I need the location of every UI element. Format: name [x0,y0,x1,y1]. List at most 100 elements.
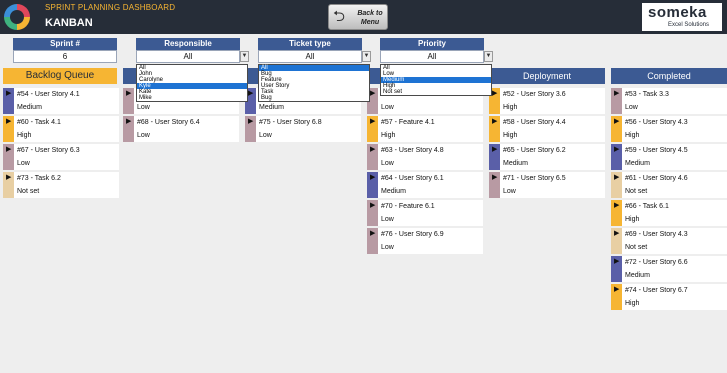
card-title: #63 - User Story 4.8 [381,147,444,154]
priority-color-bar: ▶ [489,144,500,170]
kanban-card[interactable]: ▶ #68 - User Story 6.4 Low [123,116,239,142]
card-title: #54 - User Story 4.1 [17,91,80,98]
back-to-menu-button[interactable]: ⮌ Back to Menu [328,4,388,30]
card-priority: Medium [503,160,528,167]
kanban-card[interactable]: ▶ #59 - User Story 4.5 Medium [611,144,727,170]
back-label-line1: Back to [357,10,383,17]
ticket-type-dropdown-list: All Bug Feature User Story Task Bug [258,64,370,102]
card-title: #53 - Task 3.3 [625,91,669,98]
play-arrow-icon: ▶ [370,174,376,181]
priority-color-bar: ▶ [611,88,622,114]
card-title: #56 - User Story 4.3 [625,119,688,126]
priority-color-bar: ▶ [367,228,378,254]
priority-select[interactable]: All [380,50,484,63]
play-arrow-icon: ▶ [126,118,132,125]
kanban-card[interactable]: ▶ #56 - User Story 4.3 High [611,116,727,142]
column-header-backlog: Backlog Queue [3,68,117,84]
card-priority: Low [381,244,394,251]
ticket-type-filter-label: Ticket type [258,38,362,50]
play-arrow-icon: ▶ [492,174,498,181]
kanban-card[interactable]: ▶ #54 - User Story 4.1 Medium [3,88,119,114]
kanban-card[interactable]: ▶ #66 - Task 6.1 High [611,200,727,226]
play-arrow-icon: ▶ [6,90,12,97]
kanban-card[interactable]: ▶ #67 - User Story 6.3 Low [3,144,119,170]
title-bar: SPRINT PLANNING DASHBOARD KANBAN ⮌ Back … [0,0,727,34]
card-priority: Low [17,160,30,167]
play-arrow-icon: ▶ [370,202,376,209]
kanban-card[interactable]: ▶ #76 - User Story 6.9 Low [367,228,483,254]
card-priority: High [625,300,640,307]
sprint-input[interactable]: 6 [13,50,117,63]
card-title: #68 - User Story 6.4 [137,119,200,126]
dropdown-option[interactable]: Mike [137,95,247,101]
card-priority: High [625,132,640,139]
kanban-card[interactable]: ▶ #75 - User Story 6.8 Low [245,116,361,142]
play-arrow-icon: ▶ [492,146,498,153]
priority-color-bar: ▶ [611,172,622,198]
play-arrow-icon: ▶ [614,286,620,293]
priority-color-bar: ▶ [3,88,14,114]
kanban-card[interactable]: ▶ #73 - Task 6.2 Not set [3,172,119,198]
card-priority: Low [259,132,272,139]
card-priority: Not set [17,188,40,195]
ticket-type-select[interactable]: All [258,50,362,63]
card-title: #57 - Feature 4.1 [381,119,435,126]
dropdown-option[interactable]: Bug [259,95,369,101]
priority-color-bar: ▶ [611,200,622,226]
play-arrow-icon: ▶ [248,118,254,125]
kanban-card[interactable]: ▶ #52 - User Story 3.6 High [489,88,605,114]
card-title: #73 - Task 6.2 [17,175,61,182]
priority-filter-label: Priority [380,38,484,50]
play-arrow-icon: ▶ [6,146,12,153]
responsible-select[interactable]: All [136,50,240,63]
card-priority: Low [625,104,638,111]
priority-dropdown-icon[interactable]: ▼ [484,51,493,62]
kanban-card[interactable]: ▶ #71 - User Story 6.5 Low [489,172,605,198]
play-arrow-icon: ▶ [614,118,620,125]
responsible-filter-label: Responsible [136,38,240,50]
dropdown-option[interactable]: Not set [381,89,491,95]
ticket-type-filter: Ticket type All [258,38,362,64]
kanban-card[interactable]: ▶ #74 - User Story 6.7 High [611,284,727,310]
card-priority: Low [381,160,394,167]
kanban-card[interactable]: ▶ #72 - User Story 6.6 Medium [611,256,727,282]
play-arrow-icon: ▶ [492,118,498,125]
kanban-card[interactable]: ▶ #60 - Task 4.1 High [3,116,119,142]
play-arrow-icon: ▶ [614,202,620,209]
ticket-type-dropdown-icon[interactable]: ▼ [362,51,371,62]
play-arrow-icon: ▶ [248,90,254,97]
kanban-card[interactable]: ▶ #69 - User Story 4.3 Not set [611,228,727,254]
priority-color-bar: ▶ [123,88,134,114]
kanban-card[interactable]: ▶ #61 - User Story 4.6 Not set [611,172,727,198]
back-label-line2: Menu [360,19,380,26]
play-arrow-icon: ▶ [370,90,376,97]
play-arrow-icon: ▶ [370,230,376,237]
card-title: #59 - User Story 4.5 [625,147,688,154]
priority-color-bar: ▶ [489,116,500,142]
app-logo-icon [4,4,30,30]
kanban-card[interactable]: ▶ #64 - User Story 6.1 Medium [367,172,483,198]
card-priority: Low [381,216,394,223]
card-priority: Low [137,132,150,139]
card-title: #71 - User Story 6.5 [503,175,566,182]
priority-color-bar: ▶ [367,144,378,170]
kanban-card[interactable]: ▶ #58 - User Story 4.4 High [489,116,605,142]
priority-color-bar: ▶ [611,284,622,310]
play-arrow-icon: ▶ [614,258,620,265]
card-title: #65 - User Story 6.2 [503,147,566,154]
kanban-card[interactable]: ▶ #57 - Feature 4.1 High [367,116,483,142]
priority-color-bar: ▶ [611,116,622,142]
card-priority: Low [137,104,150,111]
card-title: #72 - User Story 6.6 [625,259,688,266]
card-priority: Medium [17,104,42,111]
kanban-card[interactable]: ▶ #70 - Feature 6.1 Low [367,200,483,226]
kanban-card[interactable]: ▶ #65 - User Story 6.2 Medium [489,144,605,170]
card-title: #70 - Feature 6.1 [381,203,435,210]
sprint-filter-label: Sprint # [13,38,117,50]
responsible-dropdown-icon[interactable]: ▼ [240,51,249,62]
kanban-card[interactable]: ▶ #63 - User Story 4.8 Low [367,144,483,170]
card-title: #67 - User Story 6.3 [17,147,80,154]
kanban-card[interactable]: ▶ #53 - Task 3.3 Low [611,88,727,114]
play-arrow-icon: ▶ [614,174,620,181]
card-priority: High [503,132,518,139]
